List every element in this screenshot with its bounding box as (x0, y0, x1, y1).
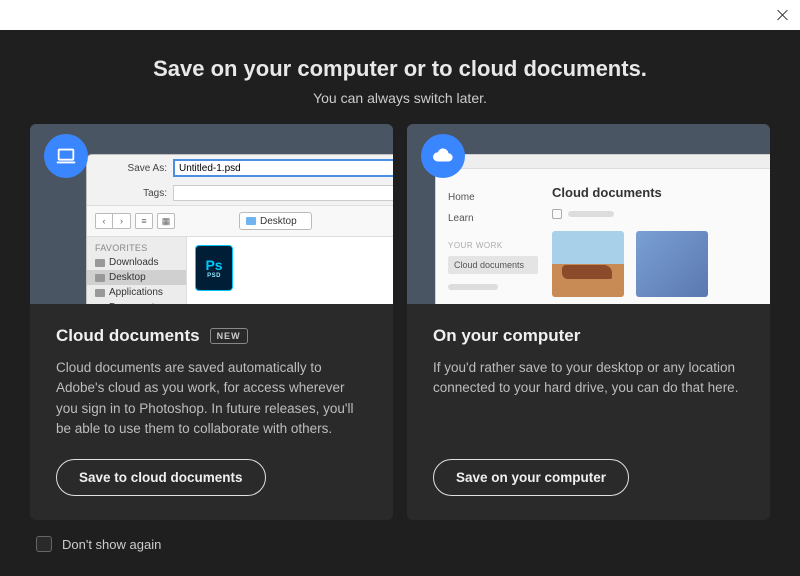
finder-content: Ps PSD (187, 237, 393, 304)
dialog-subtitle: You can always switch later. (30, 90, 770, 106)
favorites-header: Favorites (87, 241, 186, 255)
cloud-badge (421, 134, 465, 178)
card-title-computer: On your computer (433, 326, 580, 346)
dialog-body: Save on your computer or to cloud docume… (0, 30, 800, 576)
finder-toolbar: ‹ › ≡ ▦ Desktop (87, 205, 393, 237)
view-list-icon: ≡ (135, 213, 153, 229)
view-grid-icon: ▦ (157, 213, 175, 229)
cloud-main-title: Cloud documents (552, 185, 770, 200)
laptop-badge (44, 134, 88, 178)
finder-save-dialog: Save As: Tags: ‹ › ≡ ▦ (86, 154, 393, 304)
sidebar-item: Documents (87, 300, 186, 304)
tags-field (173, 185, 393, 201)
nav-learn: Learn (448, 208, 534, 229)
dont-show-checkbox[interactable] (36, 536, 52, 552)
preview-cloud: Save As: Tags: ‹ › ≡ ▦ (30, 124, 393, 304)
sidebar-item: Desktop (87, 270, 186, 285)
options-row: Save As: Tags: ‹ › ≡ ▦ (30, 124, 770, 520)
cloud-sidebar: Home Learn YOUR WORK Cloud documents (436, 169, 546, 304)
cloud-home-window: Home Learn YOUR WORK Cloud documents Clo… (435, 154, 770, 304)
sidebar-item: Applications (87, 285, 186, 300)
nav-home: Home (448, 187, 534, 208)
dont-show-label: Don't show again (62, 537, 161, 552)
window-titlebar (0, 0, 800, 30)
folder-icon (246, 217, 256, 225)
back-icon: ‹ (95, 213, 113, 229)
card-computer: Home Learn YOUR WORK Cloud documents Clo… (407, 124, 770, 520)
new-badge: NEW (210, 328, 248, 344)
preview-computer: Home Learn YOUR WORK Cloud documents Clo… (407, 124, 770, 304)
dialog-title: Save on your computer or to cloud docume… (30, 56, 770, 82)
cloud-icon (432, 145, 454, 167)
save-as-label: Save As: (97, 163, 167, 174)
tags-label: Tags: (97, 188, 167, 199)
location-dropdown: Desktop (239, 212, 312, 230)
your-work-label: YOUR WORK (448, 241, 534, 250)
card-desc-cloud: Cloud documents are saved automatically … (56, 358, 367, 439)
cloud-main: Cloud documents ▾ ▦ (546, 169, 770, 304)
save-cloud-button[interactable]: Save to cloud documents (56, 459, 266, 496)
doc-thumbnail (636, 231, 708, 297)
card-cloud-documents: Save As: Tags: ‹ › ≡ ▦ (30, 124, 393, 520)
placeholder-bar (448, 284, 498, 290)
close-icon[interactable] (776, 8, 790, 22)
filename-field (173, 159, 393, 177)
cloud-docs-pill: Cloud documents (448, 256, 538, 274)
doc-thumbnail (552, 231, 624, 297)
dialog-footer: Don't show again (30, 536, 770, 552)
select-all-checkbox (552, 209, 562, 219)
location-label: Desktop (260, 216, 297, 227)
card-title-cloud: Cloud documents (56, 326, 200, 346)
laptop-icon (55, 145, 77, 167)
save-computer-button[interactable]: Save on your computer (433, 459, 629, 496)
placeholder-segment (568, 211, 614, 217)
finder-sidebar: Favorites Downloads Desktop Applications… (87, 237, 187, 304)
card-desc-computer: If you'd rather save to your desktop or … (433, 358, 744, 399)
sidebar-item: Downloads (87, 255, 186, 270)
forward-icon: › (113, 213, 131, 229)
psd-file-icon: Ps PSD (195, 245, 233, 291)
